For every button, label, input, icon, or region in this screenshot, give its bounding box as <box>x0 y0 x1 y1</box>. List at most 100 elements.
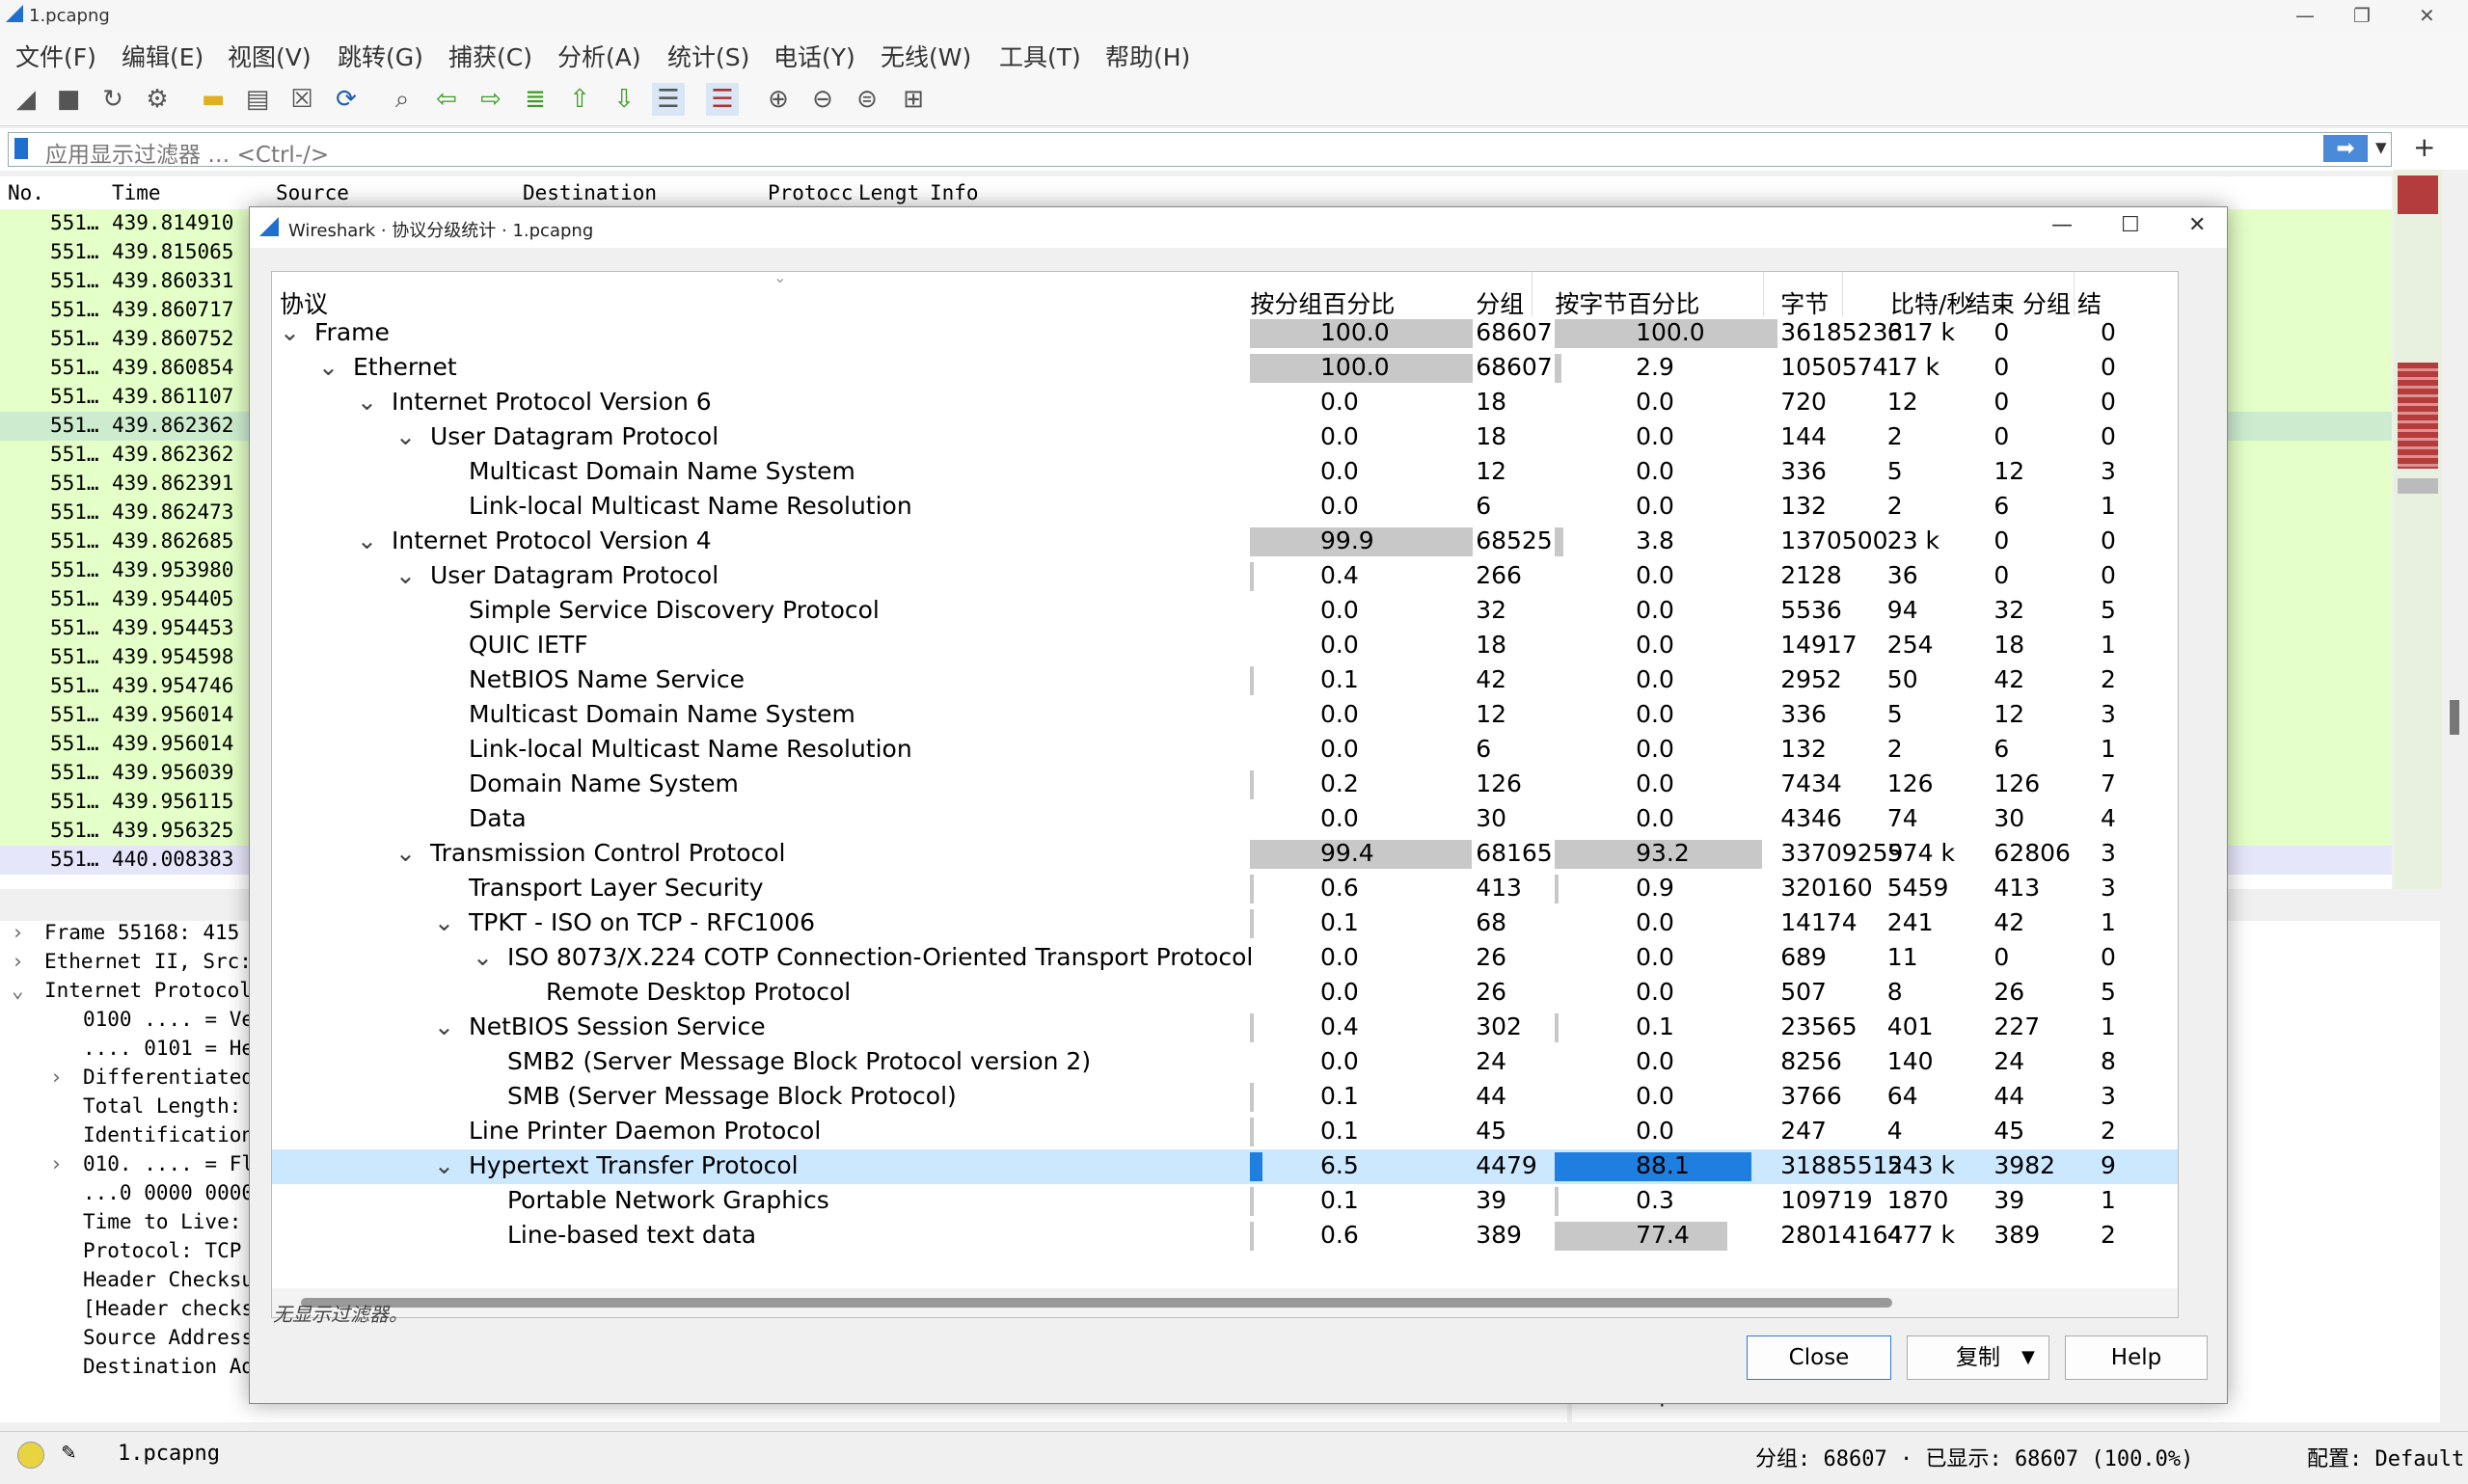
protocol-row[interactable]: ⌄ Ethernet 100.0 68607 2.9 1050574 17 k 0 0 <box>272 351 2178 386</box>
tree-hscrollbar[interactable] <box>272 1288 2178 1317</box>
back-arrow-icon[interactable]: ⇦ <box>430 83 463 116</box>
minimize-icon[interactable]: — <box>2295 4 2315 27</box>
expand-chevron-icon[interactable]: ⌄ <box>357 388 377 416</box>
col-protocol[interactable]: Protocc <box>768 181 854 204</box>
expand-chevron-icon[interactable]: ⌄ <box>434 1012 454 1040</box>
header-protocol[interactable]: 协议 <box>280 285 328 320</box>
expand-arrow-icon[interactable]: › <box>12 921 24 944</box>
shark-fin-start-icon[interactable]: ◢ <box>10 83 42 116</box>
protocol-row[interactable]: Link-local Multicast Name Resolution 0.0 6… <box>272 733 2178 768</box>
header-end-more[interactable]: 结 <box>2077 285 2102 320</box>
protocol-row[interactable]: SMB (Server Message Block Protocol) 0.1 44… <box>272 1080 2178 1115</box>
header-bytes[interactable]: 字节 <box>1780 285 1829 320</box>
file-icon[interactable]: ▤ <box>241 83 274 116</box>
go-to-packet-icon[interactable]: ≣ <box>519 83 552 116</box>
protocol-row[interactable]: Remote Desktop Protocol 0.0 26 0.0 507 8 26 5 <box>272 976 2178 1011</box>
protocol-row[interactable]: ⌄ Transmission Control Protocol 99.4 68165 9… <box>272 837 2178 872</box>
protocol-row[interactable]: ⌄ Internet Protocol Version 6 0.0 18 0.0 720 1… <box>272 386 2178 420</box>
bookmark-icon[interactable] <box>14 138 28 159</box>
menu-tools[interactable]: 工具(T) <box>999 39 1081 73</box>
expand-arrow-icon[interactable]: › <box>12 950 24 973</box>
restore-icon[interactable]: ❐ <box>2353 4 2371 27</box>
filter-history-chevron-icon[interactable]: ▾ <box>2375 135 2387 160</box>
capture-comment-icon[interactable]: ✎ <box>62 1438 75 1465</box>
protocol-row[interactable]: ⌄ NetBIOS Session Service 0.4 302 0.1 23565 40… <box>272 1011 2178 1045</box>
colorize-icon[interactable]: ☰ <box>706 83 739 116</box>
forward-arrow-icon[interactable]: ⇨ <box>475 83 507 116</box>
protocol-row[interactable]: Link-local Multicast Name Resolution 0.0 6… <box>272 490 2178 525</box>
last-packet-icon[interactable]: ⇩ <box>608 83 640 116</box>
menu-capture[interactable]: 捕获(C) <box>448 39 532 73</box>
menu-telephony[interactable]: 电话(Y) <box>773 39 855 73</box>
packet-minimap[interactable] <box>2394 170 2442 889</box>
menu-go[interactable]: 跳转(G) <box>338 39 423 73</box>
first-packet-icon[interactable]: ⇧ <box>563 83 596 116</box>
menu-statistics[interactable]: 统计(S) <box>667 39 749 73</box>
col-destination[interactable]: Destination <box>523 181 657 204</box>
expand-chevron-icon[interactable]: ⌄ <box>434 1151 454 1179</box>
status-profile[interactable]: 配置: Default <box>2307 1442 2464 1472</box>
protocol-row[interactable]: SMB2 (Server Message Block Protocol vers… <box>272 1045 2178 1080</box>
menu-help[interactable]: 帮助(H) <box>1105 39 1190 73</box>
col-source[interactable]: Source <box>276 181 349 204</box>
expand-arrow-icon[interactable]: › <box>50 1152 63 1175</box>
protocol-row[interactable]: Simple Service Discovery Protocol 0.0 32 0.… <box>272 594 2178 629</box>
menu-view[interactable]: 视图(V) <box>228 39 312 73</box>
col-info[interactable]: Info <box>930 181 979 204</box>
col-time[interactable]: Time <box>112 181 161 204</box>
expand-chevron-icon[interactable]: ⌄ <box>395 422 416 450</box>
protocol-row[interactable]: ⌄ TPKT - ISO on TCP - RFC1006 0.1 68 0.0 1417… <box>272 906 2178 941</box>
protocol-row[interactable]: Data 0.0 30 0.0 4346 74 30 4 <box>272 802 2178 837</box>
zoom-in-icon[interactable]: ⊕ <box>762 83 795 116</box>
menu-analyze[interactable]: 分析(A) <box>557 39 641 73</box>
dialog-minimize-icon[interactable]: — <box>2051 213 2073 237</box>
copy-dropdown-chevron-icon[interactable]: ▼ <box>2021 1336 2035 1379</box>
zoom-normal-icon[interactable]: ⊜ <box>851 83 883 116</box>
protocol-row[interactable]: NetBIOS Name Service 0.1 42 0.0 2952 50 42 2 <box>272 663 2178 698</box>
zoom-out-icon[interactable]: ⊖ <box>806 83 839 116</box>
expand-chevron-icon[interactable]: ⌄ <box>395 839 416 867</box>
open-folder-icon[interactable]: ▬ <box>197 83 230 116</box>
packet-list-scrollbar[interactable] <box>2442 170 2468 1423</box>
header-packet-percent[interactable]: 按分组百分比 <box>1250 285 1395 320</box>
protocol-row[interactable]: ⌄ User Datagram Protocol 0.0 18 0.0 144 2 0 0 <box>272 420 2178 455</box>
add-filter-button[interactable]: + <box>2413 131 2435 163</box>
help-button[interactable]: Help <box>2065 1336 2208 1380</box>
expand-chevron-icon[interactable]: ⌄ <box>473 943 493 971</box>
protocol-row[interactable]: ⌄ ISO 8073/X.224 COTP Connection-Oriented… <box>272 941 2178 976</box>
header-end-packets[interactable]: 结束 分组 <box>1966 285 2071 320</box>
reload-icon[interactable]: ⟳ <box>330 83 363 116</box>
header-packets[interactable]: 分组 <box>1476 285 1524 320</box>
options-gear-icon[interactable]: ⚙ <box>141 83 174 116</box>
header-byte-percent[interactable]: 按字节百分比 <box>1555 285 1699 320</box>
protocol-row[interactable]: Multicast Domain Name System 0.0 12 0.0 336 5… <box>272 455 2178 490</box>
menu-wireless[interactable]: 无线(W) <box>881 39 971 73</box>
expand-arrow-icon[interactable]: ⌄ <box>12 979 24 1002</box>
expand-chevron-icon[interactable]: ⌄ <box>280 318 300 346</box>
expand-chevron-icon[interactable]: ⌄ <box>395 561 416 589</box>
menu-edit[interactable]: 编辑(E) <box>122 39 203 73</box>
close-button[interactable]: Close <box>1747 1336 1891 1380</box>
menu-file[interactable]: 文件(F) <box>15 39 96 73</box>
copy-button[interactable]: 复制 ▼ <box>1907 1336 2049 1380</box>
protocol-row[interactable]: ⌄ Frame 100.0 68607 100.0 36185233 617 k 0 0 <box>272 316 2178 351</box>
dialog-maximize-icon[interactable]: ☐ <box>2121 213 2140 237</box>
protocol-row[interactable]: Line-based text data 0.6 389 77.4 28014164 47… <box>272 1219 2178 1254</box>
protocol-row[interactable]: Transport Layer Security 0.6 413 0.9 320160 5… <box>272 872 2178 906</box>
autoscroll-icon[interactable]: ☰ <box>652 83 685 116</box>
find-icon[interactable]: ⌕ <box>386 83 419 116</box>
expand-arrow-icon[interactable]: › <box>50 1066 63 1089</box>
protocol-row[interactable]: Line Printer Daemon Protocol 0.1 45 0.0 247 4… <box>272 1115 2178 1149</box>
restart-icon[interactable]: ↻ <box>96 83 129 116</box>
display-filter-input[interactable]: 应用显示过滤器 … <Ctrl-/> ➡ ▾ <box>8 132 2392 168</box>
expand-chevron-icon[interactable]: ⌄ <box>318 353 339 381</box>
stop-icon[interactable]: ■ <box>52 83 85 116</box>
resize-columns-icon[interactable]: ⊞ <box>897 83 930 116</box>
expert-info-icon[interactable] <box>17 1442 44 1469</box>
protocol-tree[interactable]: ⌄ 协议 按分组百分比 分组 按字节百分比 字节 ⌄ Frame 100.0 6860… <box>271 271 2179 1318</box>
protocol-row[interactable]: Domain Name System 0.2 126 0.0 7434 126 126 7 <box>272 768 2178 802</box>
close-icon[interactable]: ✕ <box>2419 4 2435 27</box>
apply-filter-arrow-icon[interactable]: ➡ <box>2323 135 2368 162</box>
protocol-row[interactable]: ⌄ User Datagram Protocol 0.4 266 0.0 2128 36 0 0 <box>272 559 2178 594</box>
protocol-row[interactable]: Portable Network Graphics 0.1 39 0.3 109719 1… <box>272 1184 2178 1219</box>
